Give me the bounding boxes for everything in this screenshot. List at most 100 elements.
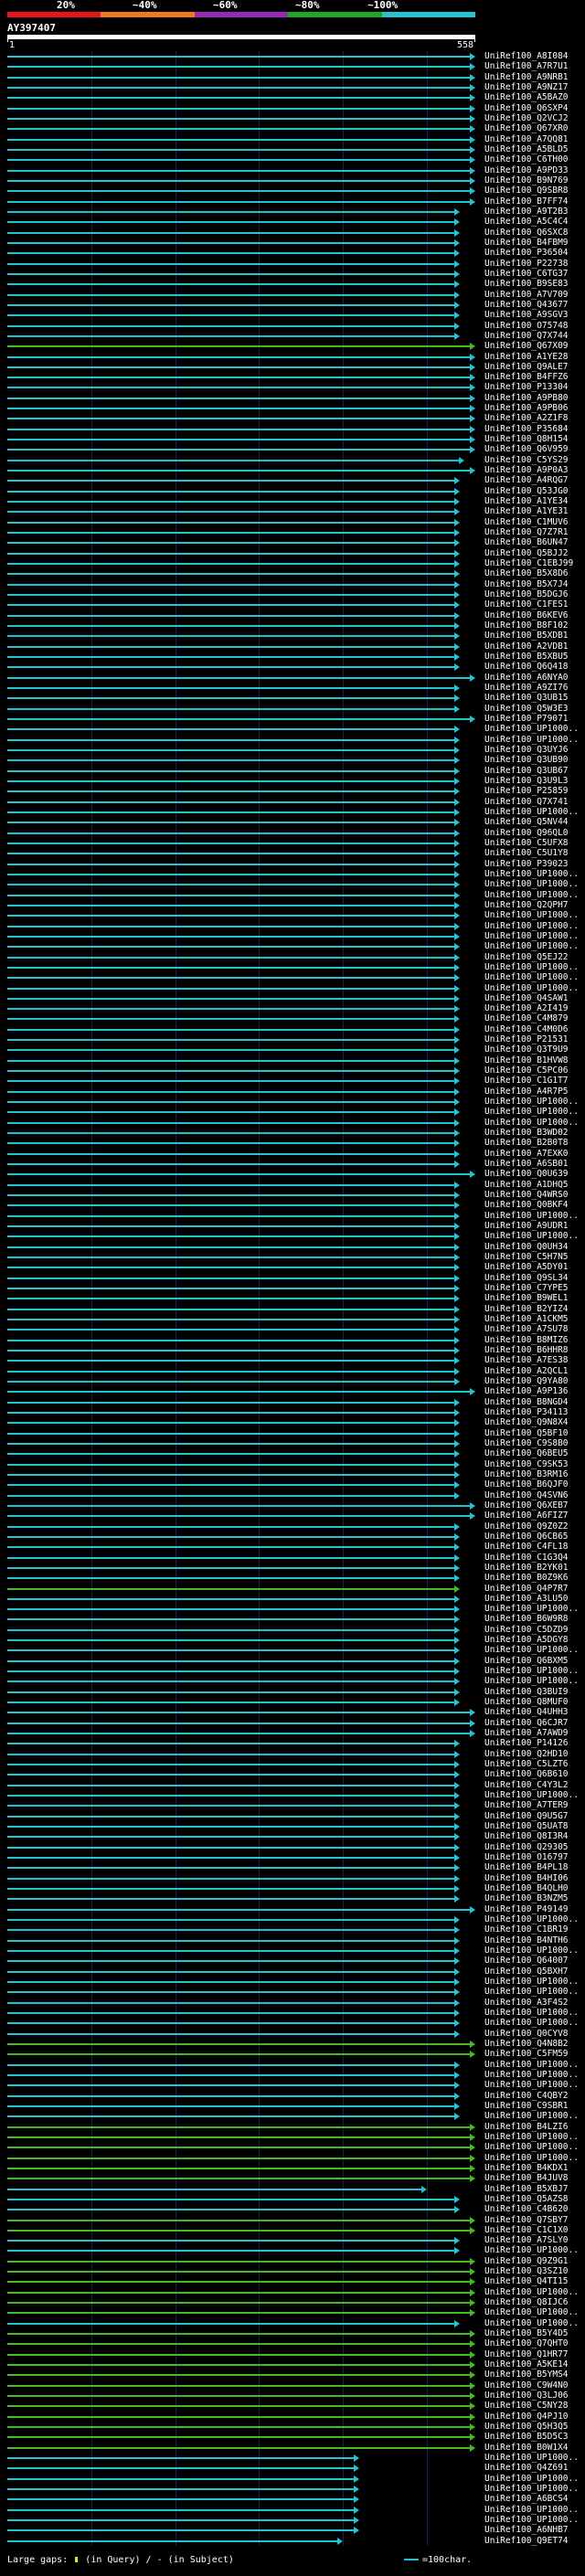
- hit-label[interactable]: UniRef100_Q53JG0: [484, 486, 569, 496]
- hit-row[interactable]: UniRef100_UP1000..: [0, 1118, 585, 1128]
- hit-label[interactable]: UniRef100_Q6Q418: [484, 662, 569, 672]
- hit-row[interactable]: UniRef100_B3WD02: [0, 1128, 585, 1138]
- hit-row[interactable]: UniRef100_B5DGJ6: [0, 589, 585, 599]
- hit-label[interactable]: UniRef100_Q64007: [484, 1956, 569, 1966]
- hit-label[interactable]: UniRef100_A9NZ17: [484, 82, 569, 92]
- hit-label[interactable]: UniRef100_UP1000..: [484, 1945, 579, 1956]
- hit-row[interactable]: UniRef100_Q1HR77: [0, 2349, 585, 2359]
- hit-label[interactable]: UniRef100_A9ZI76: [484, 683, 569, 693]
- hit-label[interactable]: UniRef100_B5XBU5: [484, 652, 569, 662]
- hit-label[interactable]: UniRef100_A4R7P5: [484, 1087, 569, 1097]
- hit-row[interactable]: UniRef100_Q8IJC6: [0, 2297, 585, 2307]
- hit-label[interactable]: UniRef100_B5Y4D5: [484, 2328, 569, 2338]
- hit-row[interactable]: UniRef100_Q5UAT8: [0, 1821, 585, 1831]
- hit-label[interactable]: UniRef100_A5DY01: [484, 1262, 569, 1272]
- hit-row[interactable]: UniRef100_B4LZI6: [0, 2122, 585, 2132]
- hit-label[interactable]: UniRef100_Q67XR0: [484, 123, 569, 133]
- hit-row[interactable]: UniRef100_UP1000..: [0, 983, 585, 993]
- hit-row[interactable]: UniRef100_B5Y4D5: [0, 2328, 585, 2338]
- hit-label[interactable]: UniRef100_Q4TI15: [484, 2276, 569, 2286]
- hit-row[interactable]: UniRef100_Q6CB65: [0, 1532, 585, 1542]
- hit-row[interactable]: UniRef100_A5DY01: [0, 1262, 585, 1272]
- hit-row[interactable]: UniRef100_UP1000..: [0, 879, 585, 889]
- hit-row[interactable]: UniRef100_Q96QL0: [0, 828, 585, 838]
- hit-row[interactable]: UniRef100_B4FBM9: [0, 238, 585, 248]
- hit-label[interactable]: UniRef100_P21531: [484, 1034, 569, 1044]
- hit-label[interactable]: UniRef100_UP1000..: [484, 2070, 579, 2080]
- hit-row[interactable]: UniRef100_A4R7P5: [0, 1087, 585, 1097]
- hit-label[interactable]: UniRef100_B6UN47: [484, 537, 569, 547]
- hit-label[interactable]: UniRef100_A9P136: [484, 1386, 569, 1396]
- hit-row[interactable]: UniRef100_C5LZT6: [0, 1759, 585, 1769]
- hit-row[interactable]: UniRef100_UP1000..: [0, 2474, 585, 2484]
- hit-row[interactable]: UniRef100_Q0BKF4: [0, 1200, 585, 1210]
- hit-row[interactable]: UniRef100_A4RQG7: [0, 475, 585, 485]
- hit-label[interactable]: UniRef100_A7ES38: [484, 1355, 569, 1365]
- hit-label[interactable]: UniRef100_Q9U5G7: [484, 1811, 569, 1821]
- hit-label[interactable]: UniRef100_Q8MUF0: [484, 1697, 569, 1707]
- hit-row[interactable]: UniRef100_Q5AZS8: [0, 2194, 585, 2204]
- hit-label[interactable]: UniRef100_B6W9R8: [484, 1614, 569, 1624]
- hit-row[interactable]: UniRef100_P13304: [0, 382, 585, 392]
- hit-label[interactable]: UniRef100_C4FL18: [484, 1542, 569, 1552]
- hit-label[interactable]: UniRef100_C1G3Q4: [484, 1553, 569, 1563]
- hit-label[interactable]: UniRef100_B2YIZ4: [484, 1304, 569, 1314]
- hit-row[interactable]: UniRef100_UP1000..: [0, 1231, 585, 1241]
- hit-label[interactable]: UniRef100_Q0CYV8: [484, 2029, 569, 2039]
- hit-row[interactable]: UniRef100_B8F102: [0, 620, 585, 631]
- hit-label[interactable]: UniRef100_B2B0T8: [484, 1138, 569, 1148]
- hit-row[interactable]: UniRef100_Q5W3E3: [0, 704, 585, 714]
- hit-label[interactable]: UniRef100_UP1000..: [484, 2515, 579, 2525]
- hit-row[interactable]: UniRef100_C4M0D6: [0, 1024, 585, 1034]
- hit-label[interactable]: UniRef100_B5XDB1: [484, 631, 569, 641]
- hit-label[interactable]: UniRef100_Q6B610: [484, 1769, 569, 1779]
- hit-label[interactable]: UniRef100_Q6BEU5: [484, 1448, 569, 1458]
- hit-row[interactable]: UniRef100_B4JUV8: [0, 2173, 585, 2183]
- hit-label[interactable]: UniRef100_UP1000..: [484, 921, 579, 931]
- hit-label[interactable]: UniRef100_C1C1X0: [484, 2225, 569, 2235]
- hit-row[interactable]: UniRef100_C1C1X0: [0, 2225, 585, 2235]
- hit-label[interactable]: UniRef100_UP1000..: [484, 879, 579, 889]
- hit-label[interactable]: UniRef100_Q6CB65: [484, 1532, 569, 1542]
- hit-label[interactable]: UniRef100_A5C4C4: [484, 217, 569, 227]
- hit-label[interactable]: UniRef100_P25859: [484, 786, 569, 796]
- hit-row[interactable]: UniRef100_UP1000..: [0, 2142, 585, 2152]
- hit-label[interactable]: UniRef100_Q3UYJ6: [484, 745, 569, 755]
- hit-label[interactable]: UniRef100_UP1000..: [484, 2505, 579, 2515]
- hit-row[interactable]: UniRef100_C1FES1: [0, 599, 585, 610]
- hit-label[interactable]: UniRef100_UP1000..: [484, 2142, 579, 2152]
- hit-label[interactable]: UniRef100_B4LZI6: [484, 2122, 569, 2132]
- hit-label[interactable]: UniRef100_A9PD33: [484, 165, 569, 175]
- hit-row[interactable]: UniRef100_B4NTH6: [0, 1935, 585, 1945]
- hit-row[interactable]: UniRef100_Q9SL34: [0, 1273, 585, 1283]
- hit-label[interactable]: UniRef100_P39023: [484, 859, 569, 869]
- hit-row[interactable]: UniRef100_Q6Q418: [0, 662, 585, 672]
- hit-label[interactable]: UniRef100_P36504: [484, 248, 569, 258]
- hit-row[interactable]: UniRef100_B8MIZ6: [0, 1335, 585, 1345]
- hit-row[interactable]: UniRef100_A5C4C4: [0, 217, 585, 227]
- hit-label[interactable]: UniRef100_A5BAZ0: [484, 92, 569, 102]
- hit-label[interactable]: UniRef100_Q9SBR8: [484, 186, 569, 196]
- hit-label[interactable]: UniRef100_Q5W3E3: [484, 704, 569, 714]
- hit-label[interactable]: UniRef100_UP1000..: [484, 2060, 579, 2070]
- hit-row[interactable]: UniRef100_A2QCL1: [0, 1366, 585, 1376]
- hit-row[interactable]: UniRef100_B3RM16: [0, 1469, 585, 1479]
- hit-row[interactable]: UniRef100_Q0U639: [0, 1169, 585, 1179]
- hit-row[interactable]: UniRef100_B4FFZ6: [0, 372, 585, 382]
- hit-label[interactable]: UniRef100_UP1000..: [484, 735, 579, 745]
- hit-label[interactable]: UniRef100_Q8H154: [484, 434, 569, 444]
- hit-label[interactable]: UniRef100_A7R7U1: [484, 61, 569, 71]
- hit-label[interactable]: UniRef100_A2Z1F8: [484, 413, 569, 423]
- hit-row[interactable]: UniRef100_A9ZI76: [0, 683, 585, 693]
- hit-row[interactable]: UniRef100_UP1000..: [0, 1676, 585, 1686]
- hit-row[interactable]: UniRef100_A1YE28: [0, 352, 585, 362]
- hit-label[interactable]: UniRef100_B4PL18: [484, 1862, 569, 1872]
- hit-label[interactable]: UniRef100_C4QBY2: [484, 2091, 569, 2101]
- hit-label[interactable]: UniRef100_Q4SAW1: [484, 993, 569, 1003]
- hit-row[interactable]: UniRef100_C9S8B0: [0, 1438, 585, 1448]
- hit-label[interactable]: UniRef100_Q6CJR7: [484, 1718, 569, 1728]
- hit-label[interactable]: UniRef100_B2YK01: [484, 1563, 569, 1573]
- hit-label[interactable]: UniRef100_C9W4N0: [484, 2380, 569, 2390]
- hit-label[interactable]: UniRef100_A7AWD9: [484, 1728, 569, 1738]
- hit-label[interactable]: UniRef100_Q3UB67: [484, 766, 569, 776]
